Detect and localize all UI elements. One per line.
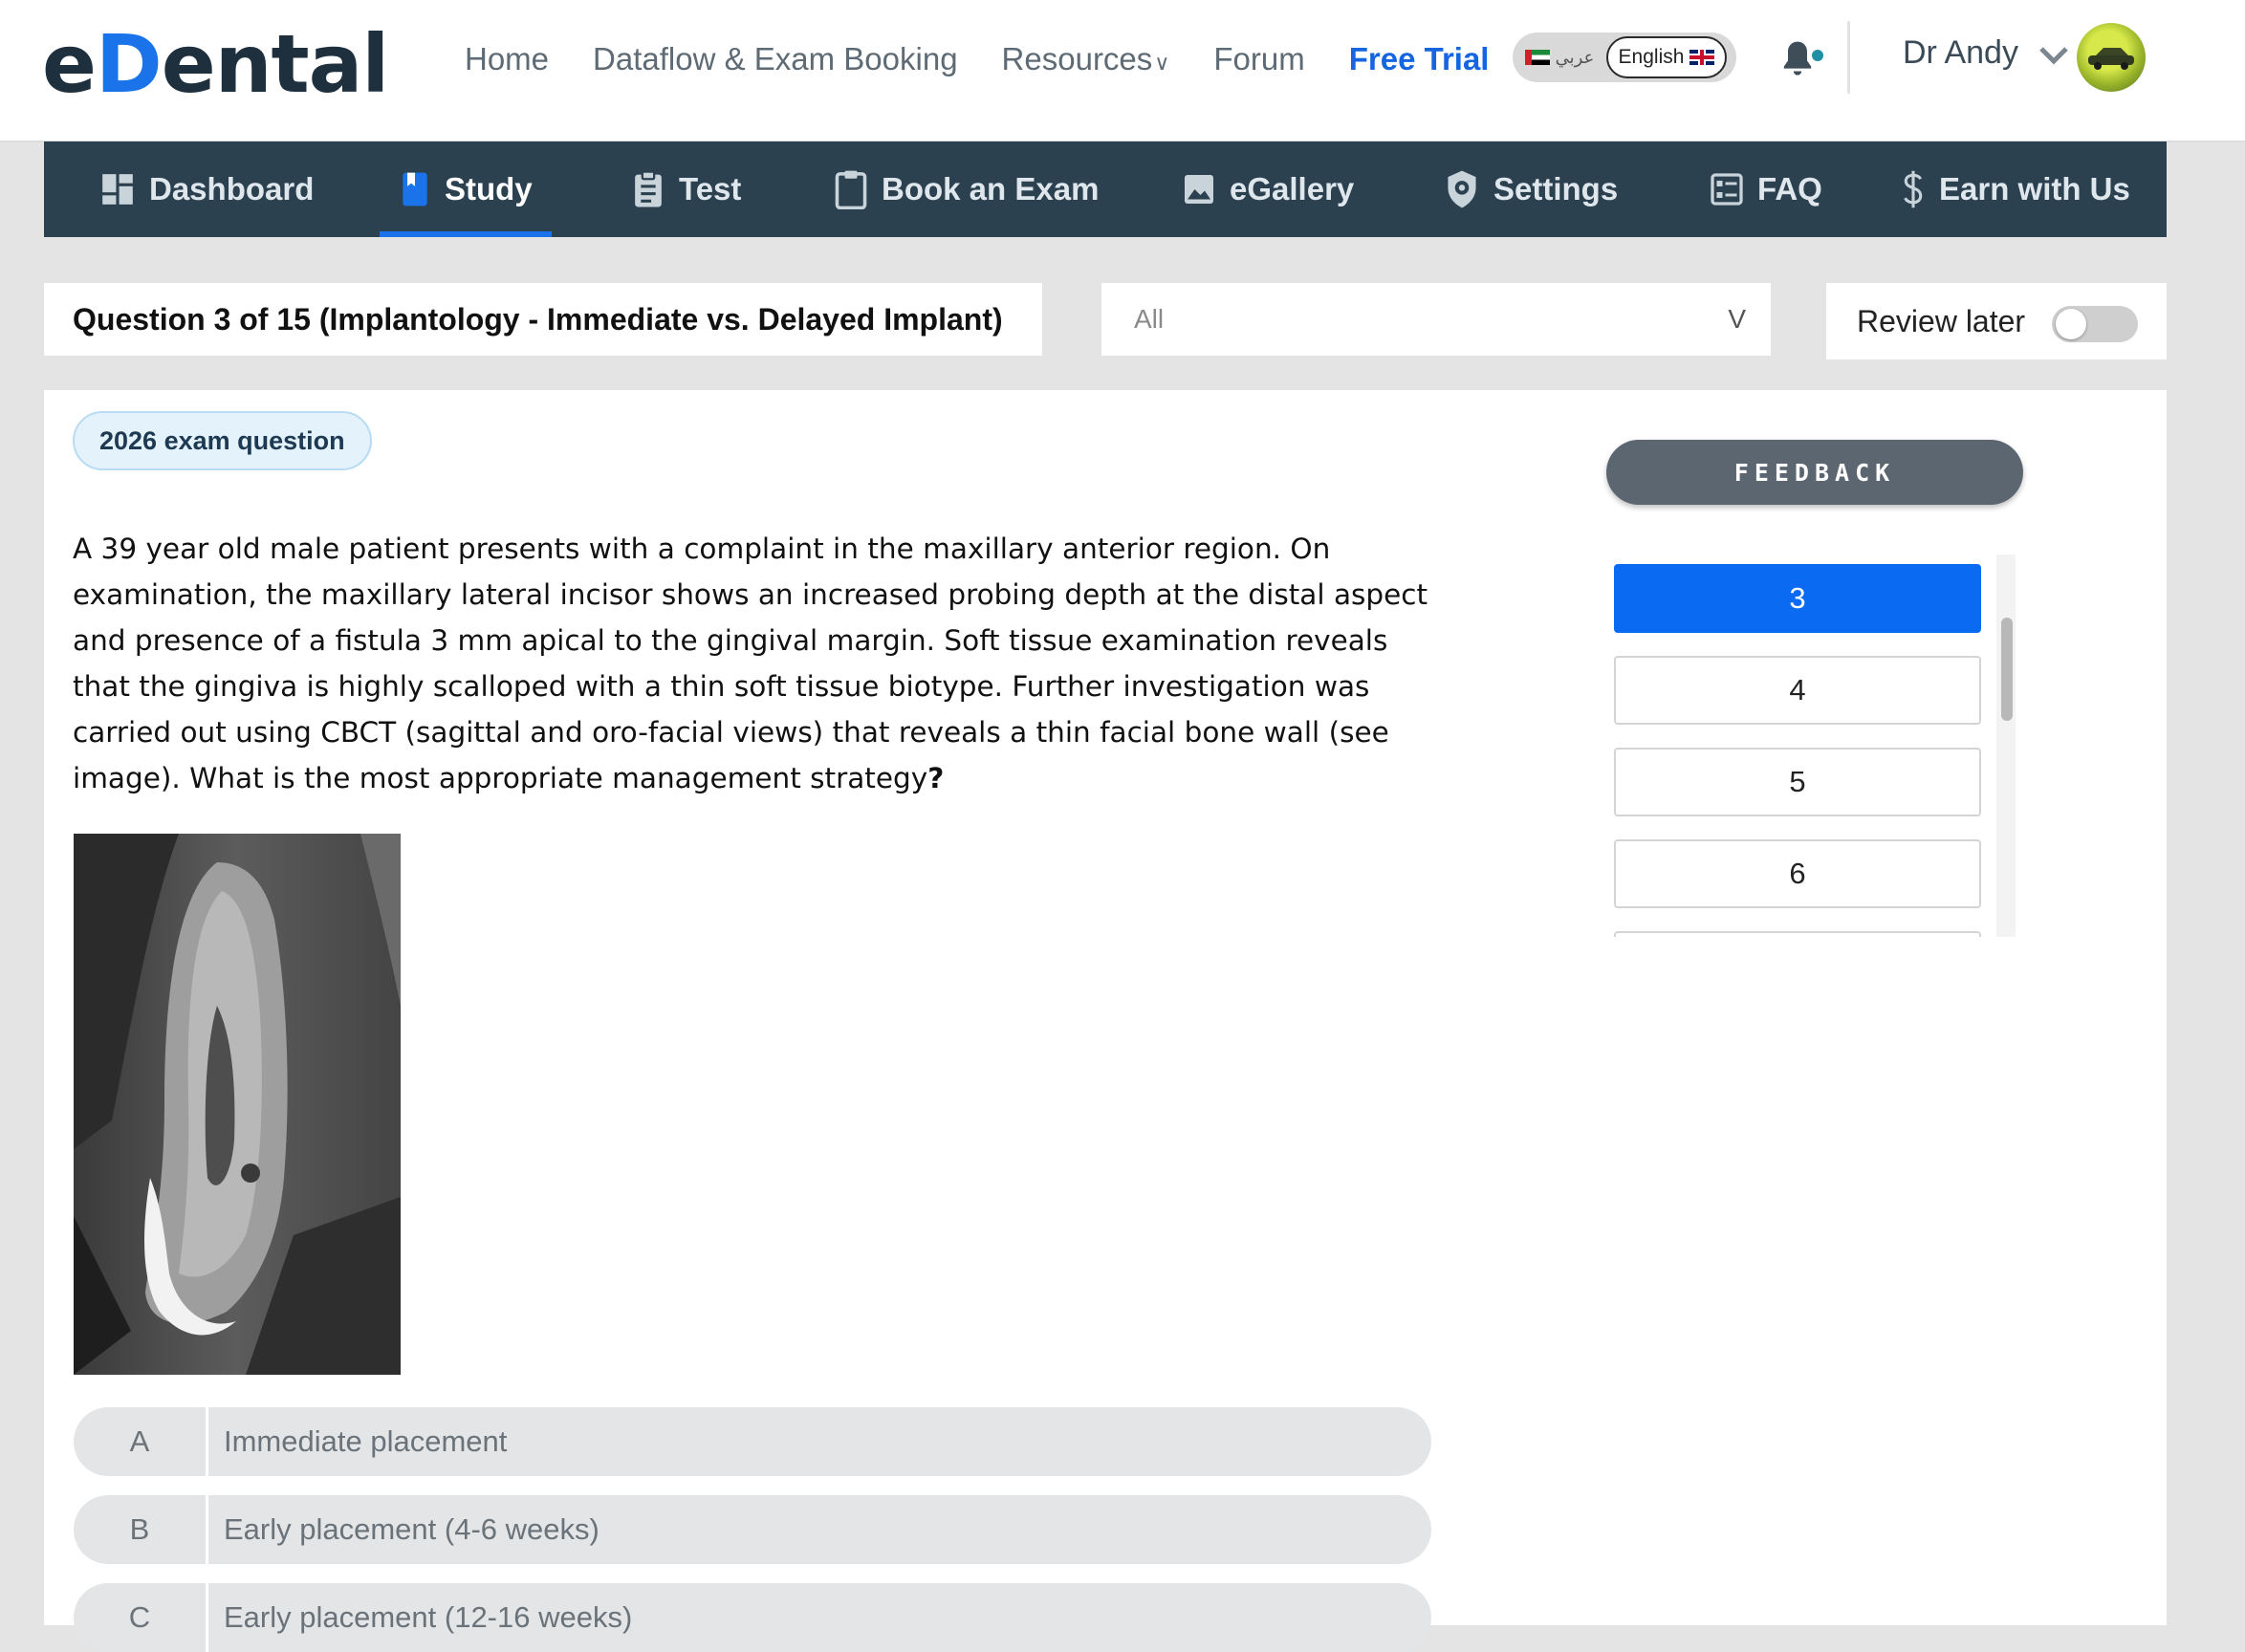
tab-egallery[interactable]: eGallery — [1182, 141, 1354, 237]
lang-arabic-label: عربي — [1555, 47, 1595, 67]
logo-text-e: e — [42, 17, 97, 111]
list-icon — [1711, 173, 1743, 206]
avatar[interactable] — [2077, 23, 2146, 92]
user-name[interactable]: Dr Andy — [1903, 34, 2018, 72]
tab-study[interactable]: Study — [380, 141, 552, 237]
clipboard-list-icon — [635, 170, 662, 207]
answer-option-b[interactable]: B Early placement (4-6 weeks) — [74, 1495, 1431, 1564]
question-number-button[interactable]: 6 — [1614, 839, 1981, 908]
shield-gear-icon — [1448, 170, 1476, 208]
tab-book-an-exam[interactable]: Book an Exam — [834, 141, 1099, 237]
question-number-button[interactable]: 3 — [1614, 564, 1981, 633]
header-divider — [1847, 21, 1850, 94]
top-navigation: Home Dataflow & Exam Booking Resources∨ … — [465, 36, 1533, 82]
tab-earn-with-us-label: Earn with Us — [1939, 171, 2130, 206]
tab-book-an-exam-label: Book an Exam — [882, 171, 1100, 206]
top-header: eDental Home Dataflow & Exam Booking Res… — [0, 0, 2245, 142]
review-later-label: Review later — [1857, 303, 2026, 338]
question-filter-select[interactable]: All V — [1101, 283, 1771, 356]
review-later-control: Review later — [1826, 283, 2167, 359]
question-number-list: 3 4 5 6 7 — [1612, 554, 2023, 937]
nav-resources-link[interactable]: Resources∨ — [1002, 41, 1170, 77]
option-text: Early placement (4-6 weeks) — [224, 1512, 599, 1546]
tab-egallery-label: eGallery — [1230, 171, 1355, 206]
tab-settings[interactable]: Settings — [1444, 141, 1618, 237]
chevron-down-icon[interactable] — [2038, 44, 2069, 67]
nav-forum-link[interactable]: Forum — [1213, 41, 1304, 77]
option-text: Immediate placement — [224, 1424, 508, 1458]
bell-icon[interactable] — [1778, 38, 1817, 80]
nav-home-link[interactable]: Home — [465, 41, 549, 77]
tooth-cbct-scan-icon — [74, 834, 401, 1375]
language-toggle[interactable]: عربي English — [1513, 33, 1736, 82]
question-title: Question 3 of 15 (Implantology - Immedia… — [73, 301, 1003, 337]
question-number-button[interactable]: 7 — [1614, 931, 1981, 937]
tab-test-label: Test — [679, 171, 742, 206]
tab-faq-label: FAQ — [1757, 171, 1822, 206]
clipboard-icon — [835, 170, 867, 209]
edental-logo[interactable]: eDental — [42, 17, 389, 111]
question-panel: 2026 exam question A 39 year old male pa… — [44, 390, 2167, 1652]
chevron-down-icon: V — [1728, 304, 1746, 334]
question-number-button[interactable]: 4 — [1614, 656, 1981, 725]
bookmark-icon — [403, 172, 427, 206]
cbct-image[interactable] — [74, 834, 401, 1375]
lang-english-option[interactable]: English — [1606, 36, 1727, 78]
uae-flag-icon — [1524, 50, 1550, 65]
nav-dataflow-link[interactable]: Dataflow & Exam Booking — [593, 41, 958, 77]
tab-dashboard-label: Dashboard — [149, 171, 315, 206]
toggle-knob — [2056, 309, 2086, 339]
chevron-down-icon: ∨ — [1154, 51, 1170, 75]
review-later-toggle[interactable] — [2052, 306, 2138, 342]
question-title-bar: Question 3 of 15 (Implantology - Immedia… — [44, 283, 1042, 356]
logo-text-ental: ental — [161, 17, 389, 111]
tab-study-label: Study — [445, 171, 533, 206]
nav-free-trial-link[interactable]: Free Trial — [1349, 41, 1490, 77]
car-avatar-icon — [2088, 48, 2134, 70]
image-icon — [1185, 175, 1213, 204]
filter-selected-value: All — [1134, 304, 1165, 334]
answer-option-c[interactable]: C Early placement (12-16 weeks) — [74, 1583, 1431, 1652]
logo-text-d: D — [95, 17, 163, 111]
tab-faq[interactable]: FAQ — [1710, 141, 1822, 237]
question-body: A 39 year old male patient presents with… — [73, 533, 1428, 794]
tab-test[interactable]: Test — [631, 141, 741, 237]
tab-earn-with-us[interactable]: Earn with Us — [1901, 141, 2130, 237]
dollar-icon — [1904, 170, 1923, 208]
uk-flag-icon — [1689, 50, 1715, 65]
lang-arabic-option[interactable]: عربي — [1513, 48, 1606, 68]
answer-option-a[interactable]: A Immediate placement — [74, 1407, 1431, 1476]
nav-resources-label: Resources — [1001, 41, 1153, 76]
option-letter: A — [129, 1424, 150, 1458]
dashboard-icon — [102, 174, 133, 205]
question-number-button[interactable]: 5 — [1614, 748, 1981, 816]
question-list-scroll-thumb[interactable] — [2001, 618, 2013, 721]
main-navigation-bar: Dashboard Study Test Book an Exam eGalle… — [44, 141, 2167, 237]
option-text: Early placement (12-16 weeks) — [224, 1600, 633, 1634]
option-letter: B — [129, 1512, 150, 1546]
tab-dashboard[interactable]: Dashboard — [99, 141, 314, 237]
lang-english-label: English — [1618, 46, 1685, 68]
question-end-mark: ? — [927, 762, 945, 794]
exam-question-badge: 2026 exam question — [73, 411, 372, 470]
question-list-scrollbar[interactable] — [1996, 554, 2016, 937]
tab-settings-label: Settings — [1493, 171, 1619, 206]
option-letter: C — [128, 1600, 151, 1634]
question-text: A 39 year old male patient presents with… — [73, 526, 1440, 801]
feedback-button[interactable]: FEEDBACK — [1606, 440, 2023, 505]
notification-dot — [1812, 50, 1823, 61]
